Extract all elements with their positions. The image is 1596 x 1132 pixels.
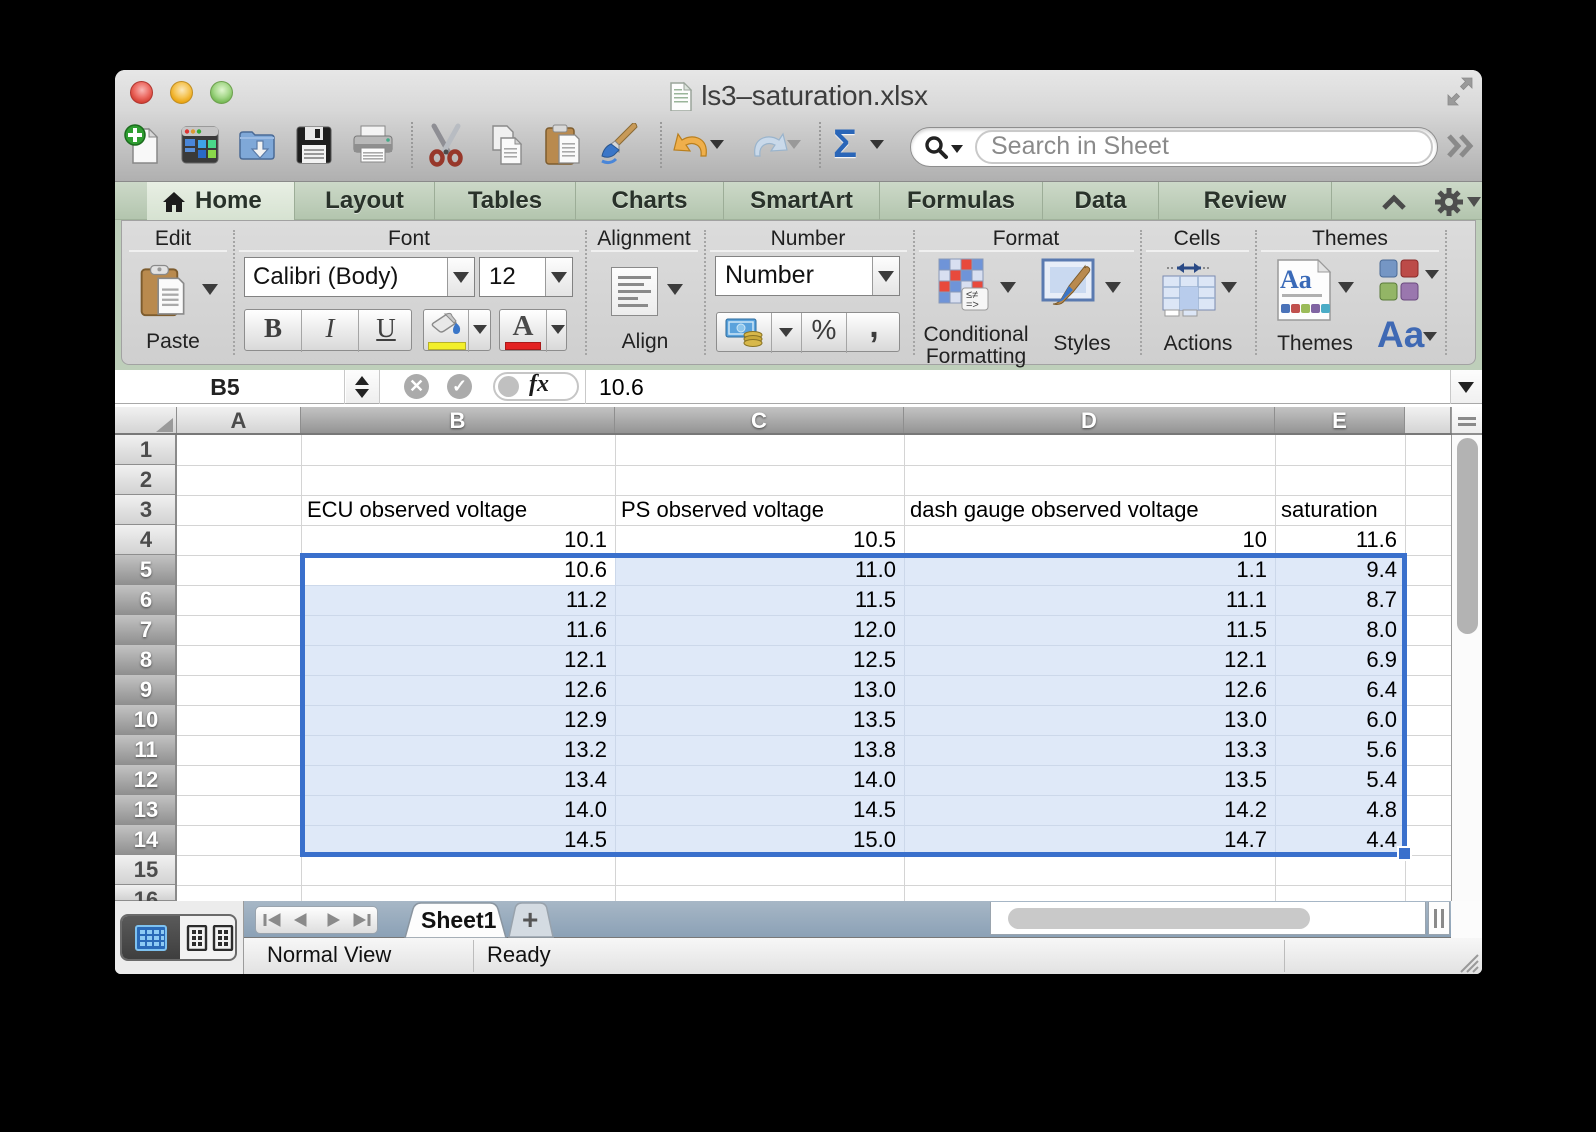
svg-text:+: +: [522, 904, 538, 935]
svg-text:Aa: Aa: [1280, 265, 1312, 294]
svg-text:Sheet1: Sheet1: [421, 907, 497, 933]
svg-text:=>: =>: [966, 299, 979, 311]
